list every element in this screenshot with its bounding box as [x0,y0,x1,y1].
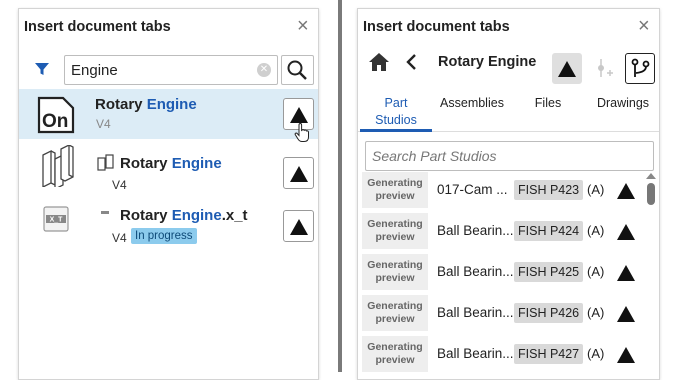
revision-label: (A) [587,305,605,320]
triangle-icon [290,166,308,182]
triangle-icon [290,107,308,123]
generating-preview-thumbnail: Generating preview [362,213,428,249]
part-studios-search-field[interactable] [365,141,654,171]
generating-preview-thumbnail: Generating preview [362,172,428,208]
part-studio-row[interactable]: Generating preview Ball Bearin... FISH P4… [358,254,648,294]
close-icon[interactable]: × [638,16,650,36]
insert-button[interactable] [283,210,314,242]
part-studio-name: 017-Cam ... [437,182,508,197]
document-row[interactable]: On Rotary Engine V4 [19,89,318,142]
branch-button[interactable] [625,53,655,84]
insert-triangle-icon[interactable] [617,265,635,281]
insert-document-tabs-panel-search: Insert document tabs × ✕ On Rotary Engin… [18,8,319,380]
tab-files[interactable]: Files [524,96,572,110]
search-field[interactable]: ✕ [64,55,278,85]
hand-cursor-icon [294,123,309,142]
tab-part-studios[interactable]: Part Studios [360,96,432,127]
scrollbar-thumb[interactable] [647,183,655,205]
insert-triangle-icon[interactable] [617,224,635,240]
clear-search-icon[interactable]: ✕ [257,63,271,77]
insert-triangle-icon[interactable] [617,306,635,322]
search-input[interactable] [65,56,253,84]
add-version-icon[interactable] [595,57,615,79]
close-icon[interactable]: × [297,16,309,36]
part-number-badge: FISH P424 [514,221,584,241]
generating-preview-thumbnail: Generating preview [362,336,428,372]
svg-text:X_T: X_T [50,217,64,224]
revision-label: (A) [587,223,605,238]
svg-text:On: On [42,111,68,132]
part-number-badge: FISH P423 [514,180,584,200]
part-number-badge: FISH P425 [514,262,584,282]
generating-preview-thumbnail: Generating preview [362,295,428,331]
x-t-file-icon: X_T [43,206,69,232]
minus-icon [101,211,109,214]
active-tab-indicator [360,129,432,132]
document-name: Rotary Engine [95,96,197,113]
part-studios-search-input[interactable] [366,142,653,170]
triangle-icon [290,219,308,235]
insert-all-button[interactable] [552,53,582,84]
onshape-logo-icon: On [37,96,75,134]
panel-title: Insert document tabs [363,19,510,35]
document-row[interactable]: Rotary Engine V4 [19,143,318,193]
revision-label: (A) [587,346,605,361]
insert-triangle-icon[interactable] [617,183,635,199]
triangle-icon [558,61,576,77]
document-row[interactable]: X_T Rotary Engine.x_t V4 In progress [19,197,318,247]
document-title: Rotary Engine [438,54,537,70]
filter-icon[interactable] [34,61,50,77]
document-version: V4 [96,117,111,131]
part-studio-name: Ball Bearin... [437,346,514,361]
document-version: V4 [112,178,127,192]
document-name: Rotary Engine.x_t [120,207,248,224]
insert-document-tabs-panel-browse: Insert document tabs × Rotary Engine Par… [357,8,660,380]
home-icon[interactable] [368,52,390,72]
insert-button[interactable] [283,157,314,189]
tab-drawings[interactable]: Drawings [592,96,654,110]
generating-preview-thumbnail: Generating preview [362,254,428,290]
assembly-icon [42,145,74,187]
part-studio-name: Ball Bearin... [437,305,514,320]
part-number-badge: FISH P426 [514,303,584,323]
part-studio-row[interactable]: Generating preview Ball Bearin... FISH P4… [358,336,648,376]
tab-assemblies[interactable]: Assemblies [436,96,508,110]
chevron-left-icon[interactable] [404,53,418,71]
part-studio-name: Ball Bearin... [437,264,514,279]
insert-triangle-icon[interactable] [617,347,635,363]
search-icon [287,60,307,80]
part-studio-row[interactable]: Generating preview Ball Bearin... FISH P4… [358,213,648,253]
search-button[interactable] [281,55,314,85]
status-badge: In progress [131,228,197,244]
branch-icon [631,58,650,77]
revision-label: (A) [587,182,605,197]
panel-separator [338,0,342,372]
document-version: V4 [112,231,127,245]
part-studio-row[interactable]: Generating preview 017-Cam ... FISH P423 … [358,172,648,212]
panel-title: Insert document tabs [24,19,171,35]
revision-label: (A) [587,264,605,279]
part-number-badge: FISH P427 [514,344,584,364]
part-copy-icon [97,154,114,171]
part-studio-name: Ball Bearin... [437,223,514,238]
document-name: Rotary Engine [120,155,222,172]
part-studio-row[interactable]: Generating preview Ball Bearin... FISH P4… [358,295,648,335]
